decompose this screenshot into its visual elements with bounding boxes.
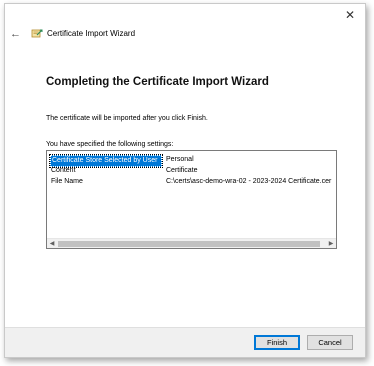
page-heading: Completing the Certificate Import Wizard <box>46 76 269 88</box>
wizard-titlebar: ← Certificate Import Wizard <box>5 26 365 42</box>
info-text: The certificate will be imported after y… <box>46 115 208 122</box>
finish-button[interactable]: Finish <box>254 335 300 350</box>
cancel-button[interactable]: Cancel <box>307 335 353 350</box>
setting-value: Certificate <box>166 167 198 174</box>
scroll-left-icon[interactable]: ◀ <box>47 239 57 248</box>
wizard-window: ✕ ← Certificate Import Wizard Completing… <box>4 3 366 358</box>
scrollbar-thumb[interactable] <box>58 241 320 247</box>
scroll-right-icon[interactable]: ▶ <box>326 239 336 248</box>
horizontal-scrollbar[interactable]: ◀ ▶ <box>47 238 336 248</box>
setting-key: File Name <box>51 178 83 185</box>
wizard-footer: Finish Cancel <box>5 327 365 357</box>
back-arrow-icon[interactable]: ← <box>10 26 21 42</box>
setting-key: Content <box>51 167 76 174</box>
settings-list[interactable]: Certificate Store Selected by User Perso… <box>46 150 337 249</box>
settings-caption: You have specified the following setting… <box>46 141 174 148</box>
window-title: Certificate Import Wizard <box>47 29 136 38</box>
setting-value: Personal <box>166 156 194 163</box>
certificate-wizard-icon <box>31 29 43 38</box>
setting-value: C:\certs\asc-demo-wra-02 - 2023-2024 Cer… <box>166 178 332 185</box>
close-button[interactable]: ✕ <box>343 8 357 22</box>
